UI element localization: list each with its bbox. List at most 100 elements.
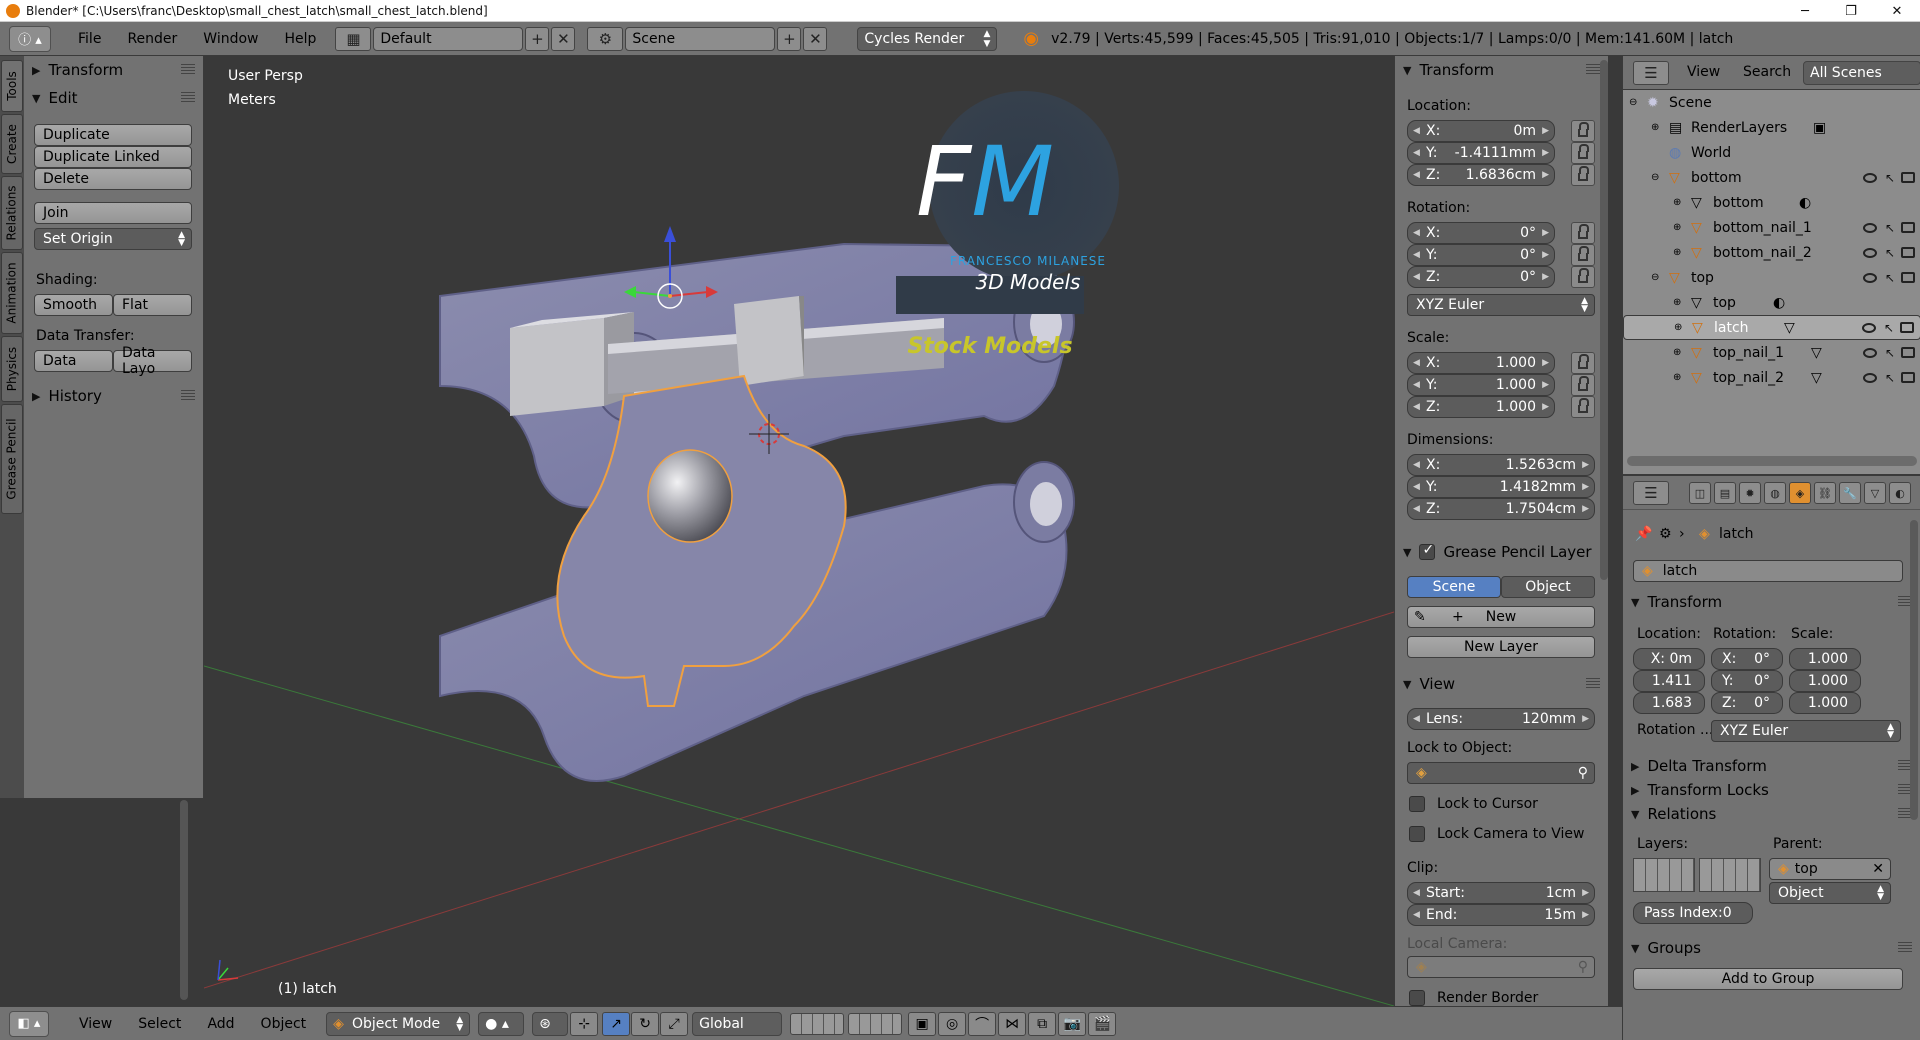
outliner-item-top-mesh[interactable]: ⊕ ▽ top ◐ [1623,290,1920,315]
scene-tab-icon[interactable]: ✹ [1739,482,1761,504]
lock-location-x-icon[interactable] [1571,120,1595,142]
properties-editor-type-button[interactable]: ☰ [1633,481,1669,505]
left-arrow-icon[interactable]: ◀ [1413,888,1420,898]
layout-add-button[interactable]: + [525,26,550,51]
visibility-eye-icon[interactable] [1863,172,1877,183]
delete-button[interactable]: Delete [34,168,192,190]
smooth-button[interactable]: Smooth [34,294,113,316]
gp-scene-toggle[interactable]: Scene [1407,576,1501,598]
viewport-shading-select[interactable]: ● ▴ [478,1011,525,1036]
modifiers-tab-icon[interactable]: 🔧 [1839,482,1861,504]
left-arrow-icon[interactable]: ◀ [1413,380,1420,390]
expand-icon[interactable]: ⊕ [1673,372,1681,383]
drag-grip-icon[interactable] [181,92,195,102]
parent-field[interactable]: ◈ top ✕ [1769,858,1891,880]
drag-grip-icon[interactable] [181,390,195,400]
object-scale-x[interactable]: 1.000 [1789,648,1861,670]
selectable-cursor-icon[interactable]: ↖ [1884,321,1894,335]
duplicate-linked-button[interactable]: Duplicate Linked [34,146,192,168]
history-panel-header[interactable]: ▶ History [24,384,203,408]
constraints-tab-icon[interactable]: ⛓ [1814,482,1836,504]
location-z-field[interactable]: ◀ Z: 1.6836cm ▶ [1407,164,1555,186]
properties-scrollbar[interactable] [1910,520,1918,820]
selectable-cursor-icon[interactable]: ↖ [1885,171,1895,185]
right-arrow-icon[interactable]: ▶ [1542,126,1549,136]
visibility-eye-icon[interactable] [1863,347,1877,358]
gp-object-toggle[interactable]: Object [1501,576,1595,598]
tab-create[interactable]: Create [1,114,23,174]
tab-relations[interactable]: Relations [1,176,23,250]
screen-layout-field[interactable]: Default [373,26,524,51]
groups-header[interactable]: ▼ Groups [1623,936,1920,960]
object-rotation-mode-select[interactable]: XYZ Euler ▲ ▼ [1711,720,1901,742]
tab-animation[interactable]: Animation [1,252,23,334]
renderable-camera-icon[interactable] [1901,372,1915,383]
selectable-cursor-icon[interactable]: ↖ [1885,371,1895,385]
outliner-view-menu[interactable]: View [1687,64,1720,80]
lock-scale-y-icon[interactable] [1571,374,1595,396]
selectable-cursor-icon[interactable]: ↖ [1885,246,1895,260]
scale-z-field[interactable]: ◀ Z: 1.000 ▶ [1407,396,1555,418]
renderable-camera-icon[interactable] [1901,272,1915,283]
outliner-editor-type-button[interactable]: ☰ [1633,61,1669,85]
lock-to-cursor-checkbox[interactable] [1409,796,1425,812]
scene-remove-button[interactable]: ✕ [803,26,828,51]
renderable-camera-icon[interactable] [1901,172,1915,183]
gp-new-button[interactable]: ✎ + New [1407,606,1595,628]
object-location-y[interactable]: 1.411 [1633,670,1705,692]
editor-type-button[interactable]: ⓘ ▴ [9,25,51,52]
outliner-display-mode[interactable]: All Scenes [1803,61,1920,85]
view-menu[interactable]: View [79,1016,112,1032]
right-arrow-icon[interactable]: ▶ [1542,358,1549,368]
layers-grid-right[interactable] [1699,858,1761,892]
object-name-field[interactable]: ◈ latch [1633,560,1903,582]
right-arrow-icon[interactable]: ▶ [1582,888,1589,898]
layers-selector-2[interactable] [848,1012,903,1035]
interaction-mode-select[interactable]: ◈ Object Mode ▲ ▼ [326,1011,471,1036]
dimension-y-field[interactable]: ◀ Y: 1.4182mm ▶ [1407,476,1595,498]
selectable-cursor-icon[interactable]: ↖ [1885,271,1895,285]
render-tab-icon[interactable]: ◫ [1689,482,1711,504]
outliner-item-top-nail-2[interactable]: ⊕ ▽ top_nail_2 ▽ ↖ [1623,365,1920,390]
view-panel-header[interactable]: ▼ View [1395,672,1608,696]
rotate-manipulator[interactable]: ↻ [631,1011,660,1036]
snap-icon[interactable]: ⌒ [968,1011,997,1036]
eyedropper-icon[interactable]: ⚲ [1578,959,1588,975]
layers-grid-left[interactable] [1633,858,1695,892]
set-origin-dropdown[interactable]: Set Origin ▲ ▼ [34,228,192,250]
lock-rotation-z-icon[interactable] [1571,266,1595,288]
eyedropper-icon[interactable]: ⚲ [1578,765,1588,781]
right-arrow-icon[interactable]: ▶ [1542,272,1549,282]
data-tab-icon[interactable]: ▽ [1864,482,1886,504]
join-button[interactable]: Join [34,202,192,224]
drag-grip-icon[interactable] [1898,942,1912,952]
lock-scale-z-icon[interactable] [1571,396,1595,418]
left-arrow-icon[interactable]: ◀ [1413,460,1420,470]
left-arrow-icon[interactable]: ◀ [1413,228,1420,238]
expand-icon[interactable]: ⊕ [1673,197,1681,208]
flat-button[interactable]: Flat [113,294,192,316]
selectable-cursor-icon[interactable]: ↖ [1885,221,1895,235]
add-menu[interactable]: Add [207,1016,234,1032]
translate-manipulator[interactable]: ↗ [602,1011,631,1036]
collapse-icon[interactable]: ⊖ [1651,272,1659,283]
scale-x-field[interactable]: ◀ X: 1.000 ▶ [1407,352,1555,374]
dimension-z-field[interactable]: ◀ Z: 1.7504cm ▶ [1407,498,1595,520]
object-location-x[interactable]: X: 0m [1633,648,1705,670]
outliner-item-bottom[interactable]: ⊖ ▽ bottom ↖ [1623,165,1920,190]
scene-browse-button[interactable]: ⚙ [587,26,624,51]
scene-render[interactable] [204,56,1394,1006]
menu-render[interactable]: Render [114,31,190,47]
menu-file[interactable]: File [65,31,114,47]
object-tab-icon[interactable]: ◈ [1789,482,1811,504]
render-border-checkbox[interactable] [1409,990,1425,1006]
right-arrow-icon[interactable]: ▶ [1582,910,1589,920]
add-to-group-button[interactable]: Add to Group [1633,968,1903,990]
transform-orientation-select[interactable]: Global [692,1011,783,1036]
lens-field[interactable]: ◀ Lens: 120mm ▶ [1407,708,1595,730]
minimize-icon[interactable]: ─ [1782,0,1828,22]
drag-grip-icon[interactable] [181,64,195,74]
lock-layers-icon[interactable]: ▣ [908,1011,937,1036]
expand-icon[interactable]: ⊕ [1673,297,1681,308]
pin-icon[interactable]: 📌 [1635,526,1652,542]
